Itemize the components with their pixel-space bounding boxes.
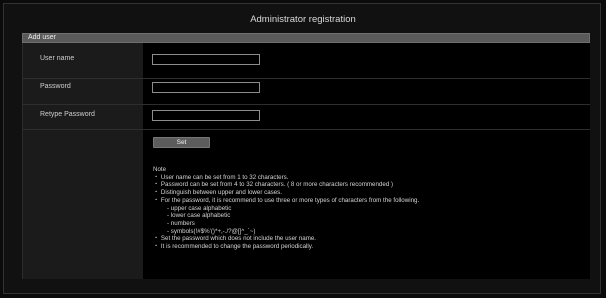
user-name-input[interactable] [152,54,260,65]
section-header: Add user [22,33,590,43]
row-divider [22,78,590,79]
notes-heading: Note [153,166,167,173]
note-subline: - symbols(!#$%'()*+,-./?@[]^_`~) [167,227,256,235]
user-name-label: User name [40,55,75,62]
password-input[interactable] [152,82,260,93]
note-line: ・ Set the password which does not includ… [153,235,317,243]
note-line: ・ Distinguish between upper and lower ca… [153,189,282,197]
note-subline: - numbers [167,219,195,227]
note-line: ・ For the password, it is recommend to u… [153,196,420,204]
row-divider [22,104,590,105]
retype-password-input[interactable] [152,110,260,121]
note-subline: - lower case alphabetic [167,212,231,220]
password-label: Password [40,83,71,90]
set-button[interactable]: Set [153,137,210,148]
note-line: ・ It is recommended to change the passwo… [153,243,314,251]
note-subline: - upper case alphabetic [167,204,232,212]
password-notes: Note ・ User name can be set from 1 to 32… [153,166,583,251]
section-title: Add user [28,34,57,41]
page-title: Administrator registration [250,14,356,25]
note-line: ・ Password can be set from 4 to 32 chara… [153,181,394,189]
note-line: ・ User name can be set from 1 to 32 char… [153,173,289,181]
retype-password-label: Retype Password [40,111,95,118]
row-divider [22,129,590,130]
